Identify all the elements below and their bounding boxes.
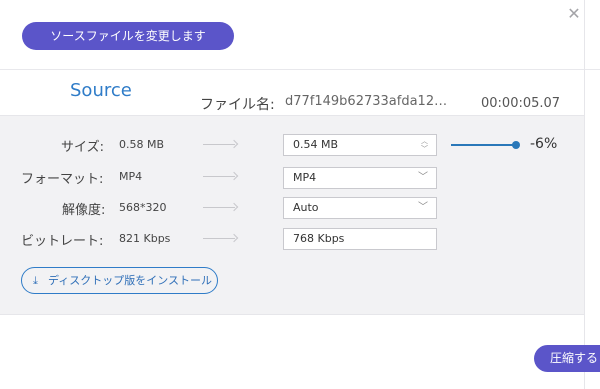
install-desktop-label: ディスクトップ版をインストール [48,274,213,287]
source-title: Source [70,80,132,101]
resolution-target-value: Auto [293,201,319,214]
install-desktop-button[interactable]: ⤓ ディスクトップ版をインストール [21,267,218,294]
bitrate-source-value: 821 Kbps [119,232,171,245]
bitrate-label: ビットレート: [21,234,104,249]
bitrate-target-value: 768 Kbps [293,232,345,245]
resolution-label: 解像度: [62,203,106,218]
compression-slider-knob[interactable] [512,141,520,149]
size-label: サイズ: [61,140,104,155]
format-label: フォーマット: [21,172,104,187]
bitrate-input[interactable]: 768 Kbps [283,228,437,250]
close-icon[interactable]: ✕ [566,6,582,22]
chevron-up-icon[interactable]: ︿ [420,137,429,145]
size-stepper[interactable]: ︿ ﹀ [420,137,429,153]
arrow-right-icon [203,202,239,213]
compression-slider-track[interactable] [451,144,515,146]
filename-value: d77f149b62733afda12… [285,94,448,109]
format-select[interactable]: MP4 ﹀ [283,167,437,189]
arrow-right-icon [203,171,239,182]
duration: 00:00:05.07 [481,96,561,111]
chevron-down-icon: ﹀ [418,202,428,213]
compress-button[interactable]: 圧縮する [534,345,600,372]
chevron-down-icon: ﹀ [418,172,428,183]
format-target-value: MP4 [293,171,317,184]
size-source-value: 0.58 MB [119,138,165,151]
resolution-select[interactable]: Auto ﹀ [283,197,437,219]
change-source-button[interactable]: ソースファイルを変更します [22,22,234,50]
filename-label: ファイル名: [200,97,275,113]
arrow-right-icon [203,139,239,150]
size-input[interactable]: 0.54 MB ︿ ﹀ [283,134,437,156]
arrow-right-icon [203,233,239,244]
compression-percent: -6% [530,136,558,152]
resolution-source-value: 568*320 [119,201,167,214]
top-bar: ソースファイルを変更します [0,0,600,70]
format-source-value: MP4 [119,170,143,183]
download-icon: ⤓ [33,274,38,287]
chevron-down-icon[interactable]: ﹀ [420,145,429,153]
size-target-value: 0.54 MB [293,138,339,151]
right-divider [584,0,585,389]
